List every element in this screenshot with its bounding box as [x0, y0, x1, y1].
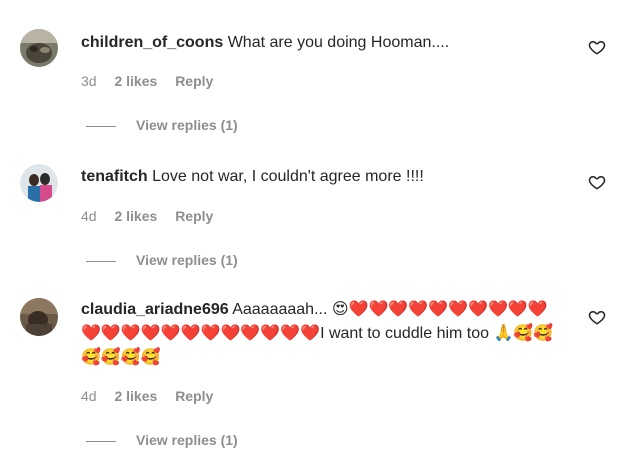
comment-username[interactable]: children_of_coons [81, 34, 223, 51]
reply-button[interactable]: Reply [175, 208, 213, 224]
comment-time[interactable]: 3d [81, 73, 97, 89]
avatar[interactable] [20, 29, 58, 67]
avatar[interactable] [20, 298, 58, 336]
view-replies-button[interactable]: View replies (1) [86, 431, 238, 449]
comment-body: claudia_ariadne696 Aaaaaaaah... 😍❤️❤️❤️❤… [81, 298, 561, 370]
divider-line [86, 125, 116, 127]
comment-text: Love not war, I couldn't agree more !!!! [152, 168, 424, 185]
heart-outline-icon[interactable] [588, 38, 606, 56]
comment-time[interactable]: 4d [81, 208, 97, 224]
view-replies-label: View replies (1) [136, 117, 238, 133]
comment-likes[interactable]: 2 likes [114, 388, 157, 404]
comment-meta: 3d 2 likes Reply [81, 72, 227, 90]
heart-outline-icon[interactable] [588, 308, 606, 326]
view-replies-label: View replies (1) [136, 252, 238, 268]
comment-time[interactable]: 4d [81, 388, 97, 404]
view-replies-label: View replies (1) [136, 432, 238, 448]
comment-username[interactable]: tenafitch [81, 168, 148, 185]
heart-outline-icon[interactable] [588, 173, 606, 191]
divider-line [86, 260, 116, 262]
reply-button[interactable]: Reply [175, 388, 213, 404]
comment-body: children_of_coons What are you doing Hoo… [81, 31, 571, 55]
view-replies-button[interactable]: View replies (1) [86, 116, 238, 134]
divider-line [86, 440, 116, 442]
comment-text: What are you doing Hooman.... [227, 34, 450, 51]
comment-username[interactable]: claudia_ariadne696 [81, 301, 229, 318]
view-replies-button[interactable]: View replies (1) [86, 251, 238, 269]
comment-likes[interactable]: 2 likes [114, 208, 157, 224]
comment-meta: 4d 2 likes Reply [81, 387, 227, 405]
comment-meta: 4d 2 likes Reply [81, 207, 227, 225]
avatar[interactable] [20, 164, 58, 202]
comment-likes[interactable]: 2 likes [114, 73, 157, 89]
reply-button[interactable]: Reply [175, 73, 213, 89]
comment-body: tenafitch Love not war, I couldn't agree… [81, 165, 571, 189]
